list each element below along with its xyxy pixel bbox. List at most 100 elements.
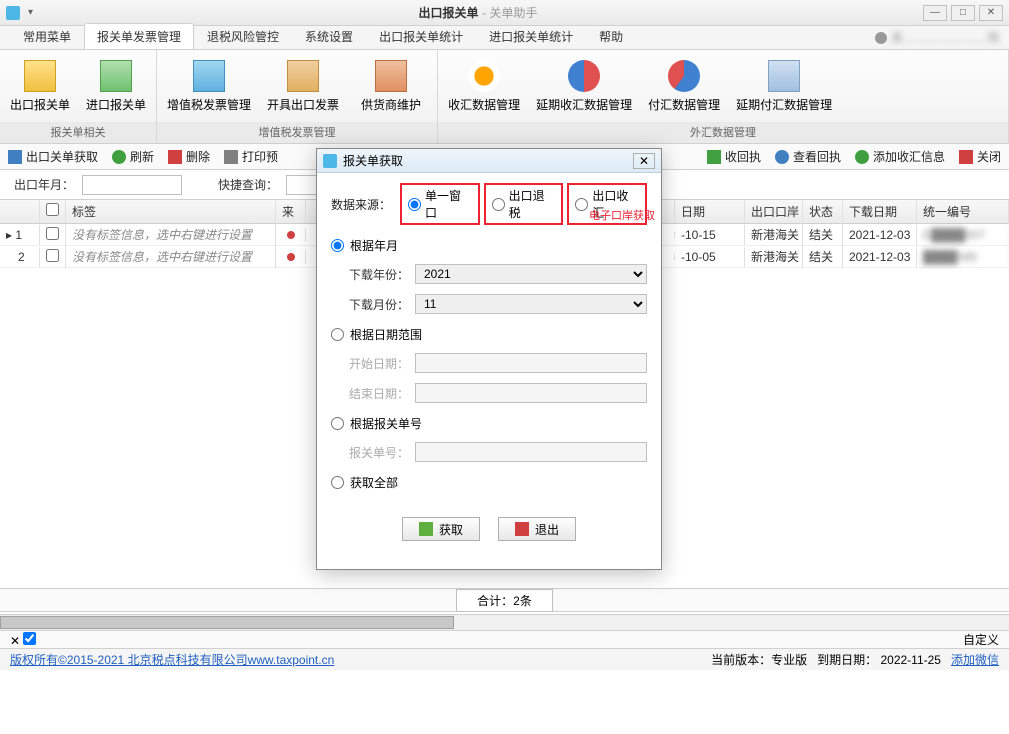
dialog-title-bar[interactable]: 报关单获取 ✕ [317, 149, 661, 173]
start-date-field: 开始日期： [349, 353, 647, 373]
option-by-declaration-no[interactable]: 根据报关单号 [331, 415, 647, 432]
maximize-button[interactable]: □ [951, 5, 975, 21]
document-export-icon [24, 60, 56, 92]
export-yearmonth-input[interactable] [82, 175, 182, 195]
export-yearmonth-label: 出口年月： [14, 176, 74, 193]
row-dl-date: 2021-12-03 [843, 247, 917, 267]
quick-search-label: 快捷查询： [218, 176, 278, 193]
col-date[interactable]: 日期 [675, 200, 745, 223]
menu-tab-system-settings[interactable]: 系统设置 [292, 23, 366, 49]
option-fetch-all[interactable]: 获取全部 [331, 474, 647, 491]
tool-receipt[interactable]: 收回执 [707, 148, 761, 165]
option-by-date-range[interactable]: 根据日期范围 [331, 326, 647, 343]
fetch-declaration-dialog: 报关单获取 ✕ 数据来源： 单一窗口 出口退税 出口收汇 电子口岸获取 根据年月… [316, 148, 662, 570]
status-dot-icon [287, 231, 295, 239]
col-tag[interactable]: 标签 [66, 200, 276, 223]
exit-button[interactable]: 退出 [498, 517, 576, 541]
menu-tab-refund-risk[interactable]: 退税风险管控 [194, 23, 292, 49]
menu-tab-common[interactable]: 常用菜单 [10, 23, 84, 49]
data-source-label: 数据来源： [331, 196, 394, 213]
ribbon-receipt-mgmt[interactable]: 收汇数据管理 [444, 54, 524, 118]
add-icon [855, 150, 869, 164]
document-icon [768, 60, 800, 92]
tool-add-receipt-info[interactable]: 添加收汇信息 [855, 148, 945, 165]
end-date-field: 结束日期： [349, 383, 647, 403]
ribbon-payment-mgmt[interactable]: 付汇数据管理 [644, 54, 724, 118]
declaration-no-input [415, 442, 647, 462]
version-label: 当前版本：专业版 [711, 653, 807, 667]
ribbon-vat-invoice-mgmt[interactable]: 增值税发票管理 [163, 54, 255, 118]
row-checkbox[interactable] [46, 227, 59, 240]
copyright-link[interactable]: 版权所有©2015-2021 北京税点科技有限公司www.taxpoint.cn [10, 651, 334, 668]
user-icon [875, 32, 887, 44]
ribbon-export-declaration[interactable]: 出口报关单 [6, 54, 74, 118]
select-all-checkbox[interactable] [46, 203, 59, 216]
user-info[interactable]: 天…………………司 [875, 29, 999, 46]
year-label: 下载年份： [349, 266, 409, 283]
window-title: 出口报关单 - 关单助手 [33, 4, 923, 21]
col-download-date[interactable]: 下载日期 [843, 200, 917, 223]
toggle-checkbox[interactable] [23, 632, 36, 645]
close-window-button[interactable]: ✕ [979, 5, 1003, 21]
annotation-eport: 电子口岸获取 [589, 207, 655, 223]
row-index: 2 [0, 247, 40, 267]
menu-tab-help[interactable]: 帮助 [586, 23, 636, 49]
coin-icon [468, 60, 500, 92]
row-checkbox[interactable] [46, 249, 59, 262]
invoice-icon [193, 60, 225, 92]
tool-refresh[interactable]: 刷新 [112, 148, 154, 165]
ribbon-issue-export-invoice[interactable]: 开具出口发票 [263, 54, 343, 118]
start-date-input [415, 353, 647, 373]
toggle-left[interactable]: ✕ [10, 632, 36, 648]
minimize-button[interactable]: — [923, 5, 947, 21]
row-status: 结关 [803, 223, 843, 246]
ribbon-deferred-receipt-mgmt[interactable]: 延期收汇数据管理 [532, 54, 636, 118]
row-port: 新港海关 [745, 223, 803, 246]
tool-close[interactable]: 关闭 [959, 148, 1001, 165]
add-wechat-link[interactable]: 添加微信 [951, 653, 999, 667]
end-date-label: 结束日期： [349, 385, 409, 402]
month-select[interactable]: 11 [415, 294, 647, 314]
ribbon-group-forex: 收汇数据管理 延期收汇数据管理 付汇数据管理 延期付汇数据管理 外汇数据管理 [438, 50, 1009, 143]
row-tag: 没有标签信息，选中右键进行设置 [66, 223, 276, 246]
option-by-yearmonth[interactable]: 根据年月 [331, 237, 647, 254]
close-icon [959, 150, 973, 164]
source-export-refund[interactable]: 出口退税 [484, 183, 564, 225]
year-select[interactable]: 2021 [415, 264, 647, 284]
col-checkbox [40, 200, 66, 223]
year-field: 下载年份： 2021 [349, 264, 647, 284]
save-icon [8, 150, 22, 164]
expire-date: 2022-11-25 [880, 653, 941, 667]
col-source[interactable]: 来 [276, 200, 306, 223]
title-sub: - 关单助手 [482, 6, 537, 20]
delete-icon [168, 150, 182, 164]
tool-print-preview[interactable]: 打印预 [224, 148, 278, 165]
ribbon-supplier-maintain[interactable]: 供货商维护 [351, 54, 431, 118]
exit-icon [515, 522, 529, 536]
menu-tab-import-stats[interactable]: 进口报关单统计 [476, 23, 586, 49]
row-unified-no: E████007 [917, 225, 1009, 245]
col-port[interactable]: 出口口岸 [745, 200, 803, 223]
customize-link[interactable]: 自定义 [963, 631, 999, 648]
row-unified-no: ████585 [917, 247, 1009, 267]
receipt-icon [707, 150, 721, 164]
menu-tab-export-stats[interactable]: 出口报关单统计 [366, 23, 476, 49]
start-date-label: 开始日期： [349, 355, 409, 372]
horizontal-scrollbar[interactable] [0, 614, 1009, 630]
col-status[interactable]: 状态 [803, 200, 843, 223]
ribbon-deferred-payment-mgmt[interactable]: 延期付汇数据管理 [732, 54, 836, 118]
tool-view-receipt[interactable]: 查看回执 [775, 148, 841, 165]
summary-count: 合计：2条 [456, 589, 553, 612]
tool-delete[interactable]: 删除 [168, 148, 210, 165]
source-single-window[interactable]: 单一窗口 [400, 183, 480, 225]
ribbon-group-label: 报关单相关 [0, 122, 156, 143]
fetch-button[interactable]: 获取 [402, 517, 480, 541]
menu-tab-declaration-invoice[interactable]: 报关单发票管理 [84, 23, 194, 49]
col-unified-no[interactable]: 统一编号 [917, 200, 1009, 223]
tool-fetch-export-declaration[interactable]: 出口关单获取 [8, 148, 98, 165]
scrollbar-thumb[interactable] [0, 616, 454, 629]
issue-invoice-icon [287, 60, 319, 92]
ribbon-import-declaration[interactable]: 进口报关单 [82, 54, 150, 118]
ribbon-group-vat-invoice: 增值税发票管理 开具出口发票 供货商维护 增值税发票管理 [157, 50, 438, 143]
dialog-close-button[interactable]: ✕ [633, 153, 655, 169]
